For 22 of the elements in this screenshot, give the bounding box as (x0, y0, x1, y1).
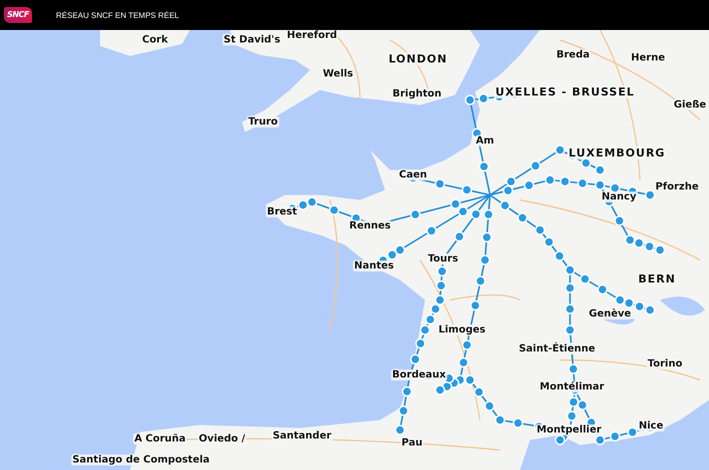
place-label: Oviedo / (198, 434, 246, 444)
place-label: Pau (400, 438, 424, 448)
sncf-logo[interactable]: SNCF (4, 7, 32, 23)
place-label: Santiago de Compostela (71, 454, 211, 466)
place-label: LUXEMBOURG (568, 146, 666, 160)
place-label: Breda (555, 50, 591, 60)
place-label: St David's (222, 34, 282, 46)
place-label: BERN (637, 272, 677, 286)
place-label: LONDON (388, 52, 448, 66)
page-title: RÉSEAU SNCF EN TEMPS RÉEL (56, 10, 179, 20)
place-label: Pforzhe (654, 182, 700, 192)
place-label: Gieße (672, 100, 708, 110)
place-label: Montpellier (536, 424, 602, 436)
place-label: Truro (247, 116, 279, 128)
place-label: Saint-Étienne (518, 344, 596, 354)
place-label: UXELLES - BRUSSEL (494, 86, 636, 98)
place-label: Brest (266, 206, 298, 218)
place-label: A Coruña (133, 434, 187, 444)
place-label: Hereford (286, 30, 338, 41)
place-label: Torino (646, 358, 684, 370)
place-label: Tours (426, 254, 460, 264)
place-label: Santander (272, 430, 332, 442)
